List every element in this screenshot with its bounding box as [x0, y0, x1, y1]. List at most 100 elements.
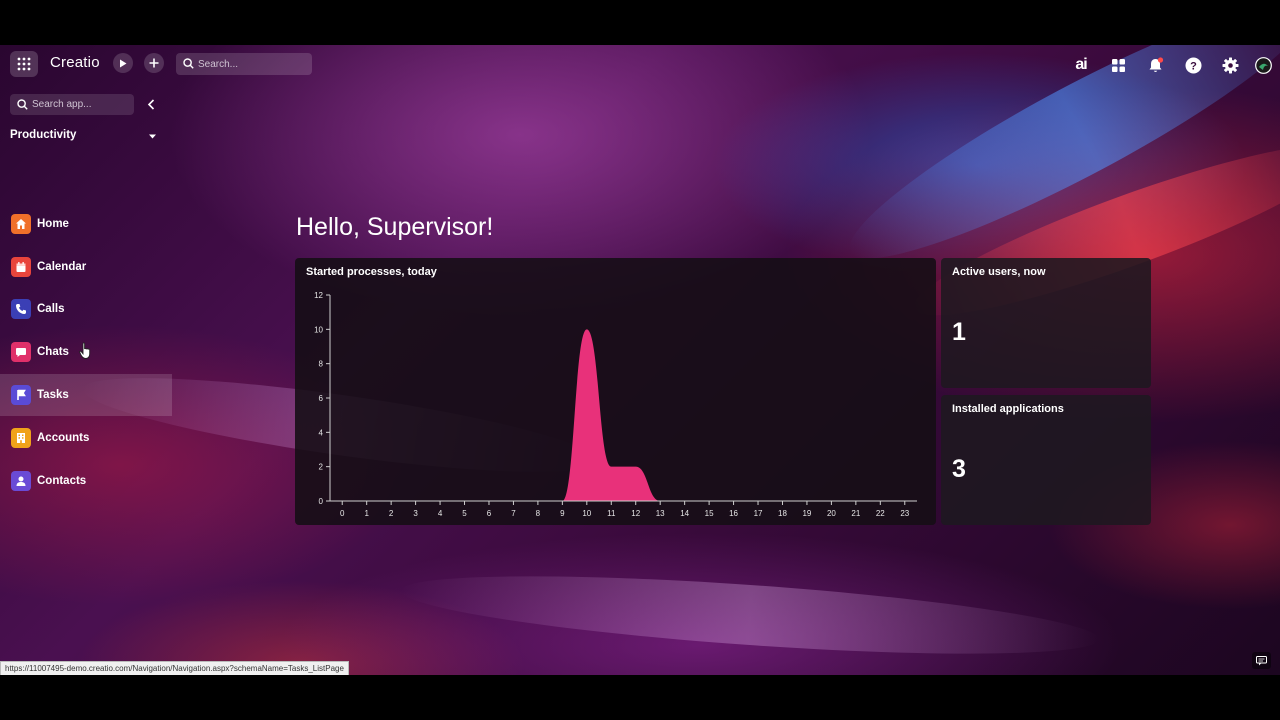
workspace-selector[interactable]: Productivity [10, 129, 160, 147]
creatio-logo[interactable]: Creatio [50, 54, 100, 71]
sidebar-item-contacts[interactable]: Contacts [0, 460, 172, 502]
x-tick-label: 8 [536, 509, 541, 518]
y-tick-label: 2 [319, 463, 324, 472]
sidebar-item-tasks[interactable]: Tasks [0, 374, 172, 416]
ai-button[interactable]: ai [1071, 55, 1091, 75]
help-icon: ? [1185, 57, 1201, 73]
active-users-value: 1 [952, 318, 966, 346]
x-tick-label: 7 [511, 509, 516, 518]
settings-button[interactable] [1220, 55, 1240, 75]
x-tick-label: 1 [364, 509, 369, 518]
y-tick-label: 6 [319, 394, 324, 403]
play-icon [120, 59, 127, 67]
plus-icon [149, 58, 159, 68]
installed-apps-value: 3 [952, 455, 966, 483]
user-profile-button[interactable] [1254, 55, 1272, 75]
x-tick-label: 14 [680, 509, 689, 518]
status-bar-url: https://11007495-demo.creatio.com/Naviga… [0, 661, 349, 675]
avatar [1254, 56, 1272, 74]
x-tick-label: 9 [560, 509, 565, 518]
chevron-down-icon [149, 134, 156, 139]
top-bar: Creatio ai ? [0, 45, 1280, 83]
letterbox-top [0, 0, 1280, 45]
svg-text:?: ? [1190, 60, 1197, 72]
hand-cursor-icon [79, 342, 91, 359]
collapse-sidebar-button[interactable] [144, 96, 158, 112]
chevron-left-icon [147, 98, 155, 110]
background-swoosh [398, 560, 1102, 670]
gear-icon [1222, 57, 1238, 73]
x-tick-label: 22 [876, 509, 885, 518]
x-tick-label: 4 [438, 509, 443, 518]
x-tick-label: 19 [802, 509, 811, 518]
sidebar-item-accounts[interactable]: Accounts [0, 417, 172, 459]
notifications-button[interactable] [1145, 55, 1165, 75]
sidebar-item-label: Calls [37, 303, 65, 315]
sidebar-item-home[interactable]: Home [0, 203, 172, 245]
active-users-title: Active users, now [952, 266, 1046, 278]
x-tick-label: 3 [413, 509, 418, 518]
x-tick-label: 20 [827, 509, 836, 518]
y-tick-label: 10 [314, 325, 323, 334]
bell-icon [1149, 56, 1163, 72]
x-tick-label: 10 [582, 509, 591, 518]
x-tick-label: 23 [900, 509, 909, 518]
search-input[interactable] [198, 53, 298, 75]
calendar-icon [11, 257, 31, 277]
x-tick-label: 17 [754, 509, 763, 518]
x-tick-label: 12 [631, 509, 640, 518]
letterbox-bottom [0, 675, 1280, 720]
app-search[interactable] [10, 94, 134, 115]
sidebar-item-label: Tasks [37, 389, 69, 401]
global-search[interactable] [176, 53, 312, 75]
x-tick-label: 16 [729, 509, 738, 518]
app-search-input[interactable] [32, 94, 132, 115]
feedback-button[interactable] [1252, 652, 1271, 669]
phone-icon [11, 299, 31, 319]
ai-label: ai [1075, 56, 1087, 73]
building-icon [11, 428, 31, 448]
sidebar-item-label: Chats [37, 346, 69, 358]
run-process-button[interactable] [113, 53, 133, 73]
app-launcher-button[interactable] [10, 51, 38, 77]
sidebar-item-calendar[interactable]: Calendar [0, 246, 172, 288]
sidebar-item-label: Contacts [37, 475, 87, 487]
y-tick-label: 4 [319, 428, 324, 437]
processes-chart: 0246810120 1 2 3 4 5 6 7 8 9 10 11 12 13 14 15 16 17 18 19 2… [314, 291, 917, 518]
flag-icon [11, 385, 31, 405]
search-icon [183, 58, 194, 69]
home-icon [11, 214, 31, 234]
started-processes-card: Started processes, today 0 2 4 6 8 10 12 0 1 2 3 4 5… [295, 258, 936, 525]
sidebar-item-calls[interactable]: Calls [0, 288, 172, 330]
add-button[interactable] [144, 53, 164, 73]
active-users-card: Active users, now 1 [941, 258, 1151, 388]
app-window: Creatio ai ? [0, 45, 1280, 675]
message-icon [1256, 655, 1267, 665]
installed-apps-title: Installed applications [952, 403, 1064, 415]
search-icon [17, 99, 28, 110]
x-tick-label: 18 [778, 509, 787, 518]
person-icon [11, 471, 31, 491]
grid-icon [17, 57, 31, 71]
installed-apps-card: Installed applications 3 [941, 395, 1151, 525]
x-tick-label: 15 [705, 509, 714, 518]
apps-icon [1111, 58, 1125, 72]
apps-switcher-button[interactable] [1109, 55, 1127, 75]
x-tick-label: 13 [656, 509, 665, 518]
y-tick-label: 0 [319, 497, 324, 506]
sidebar-item-label: Home [37, 218, 69, 230]
greeting-heading: Hello, Supervisor! [296, 213, 494, 241]
x-tick-label: 11 [607, 509, 616, 518]
sidebar-item-label: Accounts [37, 432, 90, 444]
help-button[interactable]: ? [1183, 55, 1203, 75]
x-tick-label: 21 [851, 509, 860, 518]
sidebar-item-label: Calendar [37, 261, 87, 273]
chat-icon [11, 342, 31, 362]
x-tick-label: 0 [340, 509, 345, 518]
x-tick-label: 5 [462, 509, 467, 518]
workspace-label: Productivity [10, 129, 77, 141]
y-tick-label: 12 [314, 291, 323, 300]
y-tick-label: 8 [319, 360, 324, 369]
x-tick-label: 6 [487, 509, 492, 518]
series-area [342, 329, 905, 501]
